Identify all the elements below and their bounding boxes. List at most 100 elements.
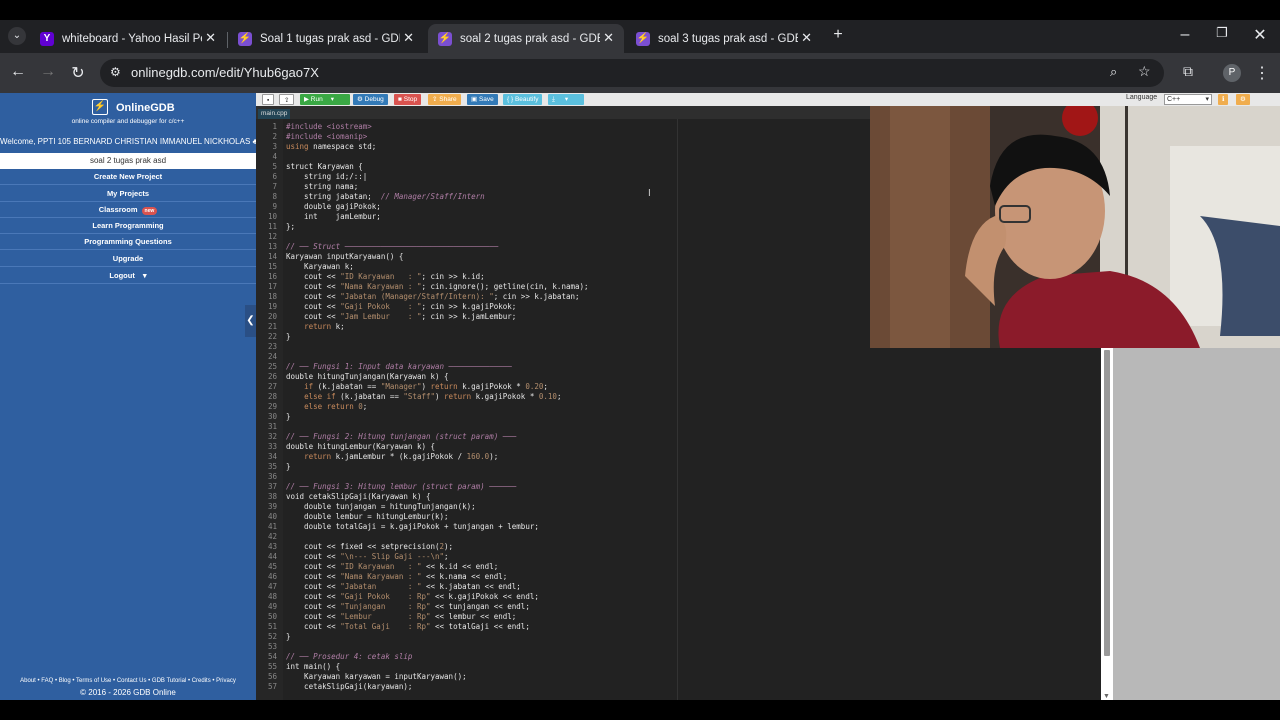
browser-tab[interactable]: ⚡ Soal 1 tugas prak asd - GDB onl✕ xyxy=(228,24,424,53)
back-button[interactable]: ← xyxy=(8,63,28,81)
browser-tab[interactable]: Ywhiteboard - Yahoo Hasil Penca✕ xyxy=(30,24,226,53)
code-line[interactable]: #include <iomanip> xyxy=(286,132,367,141)
code-line[interactable]: cout << "\n--- Slip Gaji ---\n"; xyxy=(286,552,449,561)
close-window-icon[interactable]: ✕ xyxy=(1250,25,1270,45)
code-line[interactable]: string id;/::| xyxy=(286,172,367,181)
code-line[interactable]: double hitungLembur(Karyawan k) { xyxy=(286,442,435,451)
url-field[interactable]: ⚙ onlinegdb.com/edit/Yhub6gao7X ⌕ ☆ xyxy=(100,59,1164,87)
code-line[interactable]: else if (k.jabatan == "Staff") return k.… xyxy=(286,392,561,401)
code-line[interactable]: #include <iostream> xyxy=(286,122,372,131)
code-line[interactable]: cout << "Gaji Pokok : "; cin >> k.gajiPo… xyxy=(286,302,516,311)
code-line[interactable]: cout << "Jabatan (Manager/Staff/Intern):… xyxy=(286,292,579,301)
menu-programming-questions[interactable]: Programming Questions xyxy=(0,234,256,250)
code-line[interactable]: cout << "Jabatan : " << k.jabatan << end… xyxy=(286,582,521,591)
code-line[interactable]: double hitungTunjangan(Karyawan k) { xyxy=(286,372,449,381)
code-line[interactable]: } xyxy=(286,412,291,421)
code-line[interactable]: cetakSlipGaji(karyawan); xyxy=(286,682,412,691)
code-line[interactable]: // ── Fungsi 1: Input data karyawan ────… xyxy=(286,362,512,371)
close-tab-icon[interactable]: ✕ xyxy=(205,30,216,46)
code-line[interactable]: cout << "Gaji Pokok : Rp" << k.gajiPokok… xyxy=(286,592,539,601)
minimize-icon[interactable]: – xyxy=(1175,26,1195,44)
menu-classroom[interactable]: Classroom new xyxy=(0,202,256,218)
code-line[interactable]: cout << "Nama Karyawan : "; cin.ignore()… xyxy=(286,282,589,291)
reload-button[interactable]: ↻ xyxy=(68,63,88,83)
editor-scrollbar[interactable]: ▼ xyxy=(1101,348,1113,700)
code-line[interactable]: double tunjangan = hitungTunjangan(k); xyxy=(286,502,476,511)
extensions-icon[interactable]: ⧉ xyxy=(1178,63,1198,80)
code-line[interactable]: return k.jamLembur * (k.gajiPokok / 160.… xyxy=(286,452,498,461)
close-tab-icon[interactable]: ✕ xyxy=(403,30,414,46)
footer-links[interactable]: About • FAQ • Blog • Terms of Use • Cont… xyxy=(0,678,256,684)
run-button[interactable]: ▶ Run ▾ xyxy=(300,94,350,105)
code-line[interactable]: if (k.jabatan == "Manager") return k.gaj… xyxy=(286,382,548,391)
code-line[interactable]: string jabatan; // Manager/Staff/Intern xyxy=(286,192,485,201)
browser-tab[interactable]: ⚡ soal 3 tugas prak asd - GDB onl✕ xyxy=(626,24,822,53)
code-line[interactable]: // ── Fungsi 2: Hitung tunjangan (struct… xyxy=(286,432,516,441)
debug-button[interactable]: ⚙ Debug xyxy=(353,94,388,105)
restore-icon[interactable]: ❐ xyxy=(1212,25,1232,41)
code-line[interactable]: cout << "ID Karyawan : " << k.id << endl… xyxy=(286,562,498,571)
code-line[interactable]: // ── Struct ───────────────────────────… xyxy=(286,242,498,251)
code-line[interactable]: return k; xyxy=(286,322,345,331)
menu-learn-programming[interactable]: Learn Programming xyxy=(0,218,256,234)
code-line[interactable]: } xyxy=(286,332,291,341)
line-number: 57 xyxy=(267,682,277,691)
info-icon[interactable]: ℹ xyxy=(1218,94,1229,105)
collapse-sidebar-button[interactable]: ❮ xyxy=(245,305,256,337)
menu-create-new-project[interactable]: Create New Project xyxy=(0,169,256,185)
code-line[interactable]: cout << "Total Gaji : Rp" << totalGaji <… xyxy=(286,622,530,631)
code-line[interactable]: using namespace std; xyxy=(286,142,376,151)
code-line[interactable]: double gajiPokok; xyxy=(286,202,381,211)
scroll-down-arrow-icon[interactable]: ▼ xyxy=(1103,693,1110,700)
new-file-icon[interactable]: ▪ xyxy=(262,94,275,105)
code-line[interactable]: cout << "Lembur : Rp" << lembur << endl; xyxy=(286,612,516,621)
tab-search-button[interactable]: ⌄ xyxy=(8,27,26,45)
code-line[interactable]: double totalGaji = k.gajiPokok + tunjang… xyxy=(286,522,539,531)
code-line[interactable]: int jamLembur; xyxy=(286,212,381,221)
code-line[interactable]: // ── Prosedur 4: cetak slip xyxy=(286,652,412,661)
code-line[interactable]: } xyxy=(286,632,291,641)
scrollbar-thumb[interactable] xyxy=(1104,350,1110,656)
code-line[interactable]: Karyawan inputKaryawan() { xyxy=(286,252,403,261)
code-line[interactable]: cout << "Jam Lembur : "; cin >> k.jamLem… xyxy=(286,312,516,321)
code-line[interactable]: cout << "Tunjangan : Rp" << tunjangan <<… xyxy=(286,602,530,611)
browser-tab[interactable]: ⚡ soal 2 tugas prak asd - GDB onl✕ xyxy=(428,24,624,53)
beautify-button[interactable]: { } Beautify xyxy=(503,94,543,105)
profile-avatar[interactable]: P xyxy=(1223,64,1241,82)
file-tab-main[interactable]: main.cpp xyxy=(258,109,291,119)
browser-menu-icon[interactable]: ⋮ xyxy=(1252,63,1272,83)
code-line[interactable]: cout << "ID Karyawan : "; cin >> k.id; xyxy=(286,272,485,281)
save-button[interactable]: ▣ Save xyxy=(467,94,498,105)
code-line[interactable]: string nama; xyxy=(286,182,358,191)
code-line[interactable]: // ── Fungsi 3: Hitung lembur (struct pa… xyxy=(286,482,516,491)
code-line[interactable]: double lembur = hitungLembur(k); xyxy=(286,512,449,521)
new-tab-button[interactable]: + xyxy=(828,26,848,44)
download-button[interactable]: ⤓ ▾ xyxy=(548,94,584,105)
menu-upgrade[interactable]: Upgrade xyxy=(0,251,256,267)
code-line[interactable]: cout << "Nama Karyawan : " << k.nama << … xyxy=(286,572,507,581)
zoom-icon[interactable]: ⌕ xyxy=(1110,64,1117,80)
code-line[interactable]: else return 0; xyxy=(286,402,367,411)
code-line[interactable]: }; xyxy=(286,222,295,231)
logo[interactable]: ⚡ OnlineGDB online compiler and debugger… xyxy=(0,93,256,128)
language-select[interactable]: C++ ▾ xyxy=(1164,94,1212,105)
forward-button[interactable]: → xyxy=(38,63,58,81)
code-line[interactable]: Karyawan k; xyxy=(286,262,354,271)
code-line[interactable]: struct Karyawan { xyxy=(286,162,363,171)
share-button[interactable]: ⇪ Share xyxy=(428,94,461,105)
close-tab-icon[interactable]: ✕ xyxy=(603,30,614,46)
upload-file-icon[interactable]: ⇪ xyxy=(279,94,295,105)
code-line[interactable]: cout << fixed << setprecision(2); xyxy=(286,542,453,551)
code-line[interactable]: Karyawan karyawan = inputKaryawan(); xyxy=(286,672,467,681)
code-line[interactable]: void cetakSlipGaji(Karyawan k) { xyxy=(286,492,431,501)
stop-button[interactable]: ■ Stop xyxy=(394,94,422,105)
project-name[interactable]: soal 2 tugas prak asd xyxy=(0,153,256,169)
code-line[interactable]: int main() { xyxy=(286,662,340,671)
code-line[interactable]: } xyxy=(286,462,291,471)
settings-gear-icon[interactable]: ⚙ xyxy=(1236,94,1250,105)
close-tab-icon[interactable]: ✕ xyxy=(801,30,812,46)
site-info-icon[interactable]: ⚙ xyxy=(110,65,121,79)
bookmark-star-icon[interactable]: ☆ xyxy=(1138,63,1151,80)
menu-my-projects[interactable]: My Projects xyxy=(0,186,256,202)
menu-logout[interactable]: Logout ▾ xyxy=(0,268,256,284)
